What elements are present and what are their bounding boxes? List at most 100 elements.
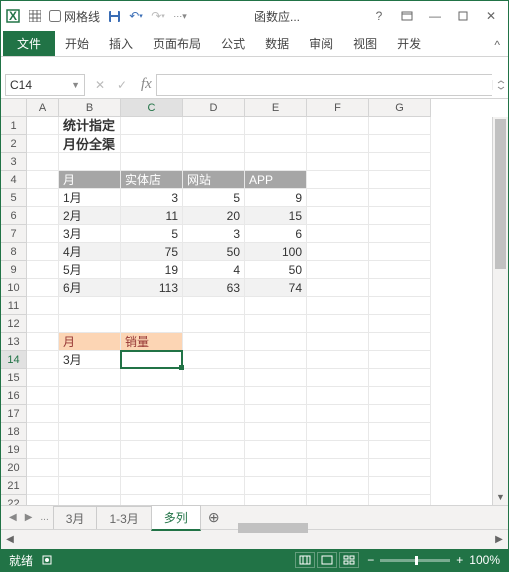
cell-F6[interactable]	[307, 207, 369, 225]
ribbon-options-icon[interactable]	[394, 6, 420, 26]
cell-D22[interactable]	[183, 495, 245, 505]
cell-C4[interactable]: 实体店	[121, 171, 183, 189]
cell-B2[interactable]: 统计指定月份全渠道销量	[59, 135, 121, 153]
select-all-corner[interactable]	[1, 99, 27, 117]
tab-formulas[interactable]: 公式	[211, 31, 255, 56]
cell-E10[interactable]: 74	[245, 279, 307, 297]
tab-dev[interactable]: 开发	[387, 31, 431, 56]
cell-E2[interactable]	[245, 135, 307, 153]
row-header-17[interactable]: 17	[1, 405, 27, 423]
cell-C13[interactable]: 销量	[121, 333, 183, 351]
cell-E15[interactable]	[245, 369, 307, 387]
row-header-18[interactable]: 18	[1, 423, 27, 441]
cell-A12[interactable]	[27, 315, 59, 333]
cell-D14[interactable]	[183, 351, 245, 369]
zoom-level[interactable]: 100%	[469, 553, 500, 567]
cell-B10[interactable]: 6月	[59, 279, 121, 297]
cell-D3[interactable]	[183, 153, 245, 171]
cell-F20[interactable]	[307, 459, 369, 477]
redo-icon[interactable]: ↷▾	[150, 8, 166, 24]
col-header-C[interactable]: C	[121, 99, 183, 117]
cell-D4[interactable]: 网站	[183, 171, 245, 189]
col-header-G[interactable]: G	[369, 99, 431, 117]
fx-icon[interactable]: fx	[137, 76, 156, 93]
row-header-7[interactable]: 7	[1, 225, 27, 243]
cell-E6[interactable]: 15	[245, 207, 307, 225]
cell-D19[interactable]	[183, 441, 245, 459]
cell-E7[interactable]: 6	[245, 225, 307, 243]
cell-B22[interactable]	[59, 495, 121, 505]
cell-F22[interactable]	[307, 495, 369, 505]
col-header-D[interactable]: D	[183, 99, 245, 117]
cell-C17[interactable]	[121, 405, 183, 423]
macro-record-icon[interactable]	[41, 554, 53, 566]
scroll-thumb-v[interactable]	[495, 119, 506, 269]
tab-data[interactable]: 数据	[255, 31, 299, 56]
cell-F8[interactable]	[307, 243, 369, 261]
sheet-tab-0[interactable]: 3月	[53, 506, 98, 530]
cell-B8[interactable]: 4月	[59, 243, 121, 261]
cell-C15[interactable]	[121, 369, 183, 387]
cell-A3[interactable]	[27, 153, 59, 171]
cell-G11[interactable]	[369, 297, 431, 315]
cell-G15[interactable]	[369, 369, 431, 387]
cell-G20[interactable]	[369, 459, 431, 477]
zoom-slider[interactable]	[380, 559, 450, 562]
collapse-ribbon-icon[interactable]: ^	[486, 34, 508, 56]
cell-E3[interactable]	[245, 153, 307, 171]
cell-F1[interactable]	[307, 117, 369, 135]
cell-B11[interactable]	[59, 297, 121, 315]
cell-A13[interactable]	[27, 333, 59, 351]
cell-D21[interactable]	[183, 477, 245, 495]
cell-C22[interactable]	[121, 495, 183, 505]
cell-D17[interactable]	[183, 405, 245, 423]
cell-F16[interactable]	[307, 387, 369, 405]
cell-D7[interactable]: 3	[183, 225, 245, 243]
cell-F18[interactable]	[307, 423, 369, 441]
cell-E11[interactable]	[245, 297, 307, 315]
cell-E20[interactable]	[245, 459, 307, 477]
cell-B6[interactable]: 2月	[59, 207, 121, 225]
cell-E18[interactable]	[245, 423, 307, 441]
cell-A15[interactable]	[27, 369, 59, 387]
cell-B9[interactable]: 5月	[59, 261, 121, 279]
cell-G22[interactable]	[369, 495, 431, 505]
sheet-tab-2[interactable]: 多列	[151, 505, 201, 531]
formula-expand-icon[interactable]	[492, 80, 508, 90]
qat-more-icon[interactable]: ⋯▾	[172, 8, 188, 24]
cell-C20[interactable]	[121, 459, 183, 477]
cell-D5[interactable]: 5	[183, 189, 245, 207]
cell-G14[interactable]	[369, 351, 431, 369]
cell-E8[interactable]: 100	[245, 243, 307, 261]
cell-G16[interactable]	[369, 387, 431, 405]
cell-B3[interactable]	[59, 153, 121, 171]
cell-C16[interactable]	[121, 387, 183, 405]
cell-G19[interactable]	[369, 441, 431, 459]
cell-B5[interactable]: 1月	[59, 189, 121, 207]
cell-B14[interactable]: 3月	[59, 351, 121, 369]
cell-D11[interactable]	[183, 297, 245, 315]
tab-home[interactable]: 开始	[55, 31, 99, 56]
save-icon[interactable]	[106, 8, 122, 24]
cell-A19[interactable]	[27, 441, 59, 459]
cell-E16[interactable]	[245, 387, 307, 405]
cell-G21[interactable]	[369, 477, 431, 495]
cell-F10[interactable]	[307, 279, 369, 297]
gridlines-checkbox[interactable]: 网格线	[49, 8, 100, 25]
cell-D10[interactable]: 63	[183, 279, 245, 297]
view-normal-icon[interactable]	[295, 552, 315, 568]
row-header-10[interactable]: 10	[1, 279, 27, 297]
cell-G6[interactable]	[369, 207, 431, 225]
cell-E4[interactable]: APP	[245, 171, 307, 189]
cell-A9[interactable]	[27, 261, 59, 279]
cell-B7[interactable]: 3月	[59, 225, 121, 243]
cell-C18[interactable]	[121, 423, 183, 441]
cell-D9[interactable]: 4	[183, 261, 245, 279]
scroll-right-icon[interactable]: ▶	[490, 534, 508, 545]
cell-G8[interactable]	[369, 243, 431, 261]
cell-D15[interactable]	[183, 369, 245, 387]
cell-E14[interactable]	[245, 351, 307, 369]
cell-C21[interactable]	[121, 477, 183, 495]
row-header-9[interactable]: 9	[1, 261, 27, 279]
cell-E13[interactable]	[245, 333, 307, 351]
